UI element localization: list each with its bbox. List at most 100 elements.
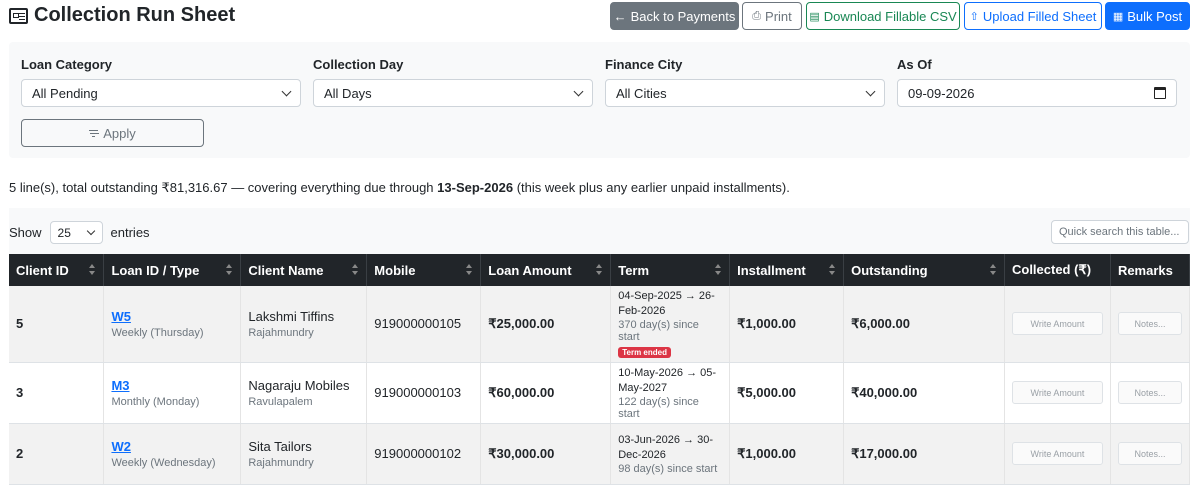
term-range: 03-Jun-2026 → 30-Dec-2026 xyxy=(618,433,713,461)
search-placeholder: Quick search this table... xyxy=(1059,226,1180,238)
loan-type: Weekly (Thursday) xyxy=(111,326,204,339)
page-size-control: Show 25 entries xyxy=(9,221,150,244)
page-title: Collection Run Sheet xyxy=(9,4,235,27)
term-cell: 10-May-2026 → 05-May-2027 122 day(s) sin… xyxy=(610,362,731,424)
sort-icon xyxy=(466,264,473,276)
col-remarks: Remarks xyxy=(1110,254,1191,286)
top-bar: Collection Run Sheet ← Back to Payments … xyxy=(0,0,1200,34)
term-range: 10-May-2026 → 05-May-2027 xyxy=(618,366,717,394)
loan-type: Monthly (Monday) xyxy=(111,395,200,408)
col-term[interactable]: Term xyxy=(610,254,731,286)
run-sheet-table: Client ID Loan ID / Type Client Name Mob… xyxy=(9,254,1191,485)
finance-city-value: All Cities xyxy=(616,85,667,101)
upload-sheet-label: Upload Filled Sheet xyxy=(982,8,1097,24)
collection-day-value: All Days xyxy=(324,85,372,101)
upload-sheet-button[interactable]: ⇧ Upload Filled Sheet xyxy=(964,2,1102,30)
remarks-input[interactable]: Notes... xyxy=(1117,442,1182,465)
sort-icon xyxy=(352,264,359,276)
loan-category-select[interactable]: All Pending xyxy=(21,79,301,107)
client-id-cell: 3 xyxy=(9,362,105,424)
sort-icon xyxy=(226,264,233,276)
chevron-down-icon xyxy=(573,86,584,97)
loan-amount-cell: ₹25,000.00 xyxy=(480,286,612,363)
summary-prefix: 5 line(s), total outstanding ₹81,316.67 … xyxy=(9,180,434,195)
client-city: Rajahmundry xyxy=(248,456,314,469)
bulk-post-label: Bulk Post xyxy=(1127,8,1183,24)
loan-id-link[interactable]: W2 xyxy=(111,439,233,454)
collected-cell: Write Amount xyxy=(1004,362,1111,424)
client-id-cell: 5 xyxy=(9,286,105,363)
table-row: 2 W2 Weekly (Wednesday) Sita Tailors Raj… xyxy=(9,423,1191,485)
mobile-cell: 919000000105 xyxy=(366,286,482,363)
print-button[interactable]: ⎙ Print xyxy=(742,2,802,30)
chevron-down-icon xyxy=(281,86,292,97)
back-to-payments-label: Back to Payments xyxy=(630,8,736,24)
loan-type: Weekly (Wednesday) xyxy=(111,456,216,469)
col-client-id[interactable]: Client ID xyxy=(9,254,105,286)
chevron-down-icon xyxy=(86,226,95,236)
filter-icon xyxy=(89,129,99,137)
outstanding-cell: ₹17,000.00 xyxy=(843,423,1005,485)
upload-icon: ⇧ xyxy=(969,10,979,23)
finance-city-select[interactable]: All Cities xyxy=(605,79,885,107)
as-of-date-input[interactable]: 09-09-2026 xyxy=(897,79,1177,107)
collected-amount-input[interactable]: Write Amount xyxy=(1011,442,1103,465)
outstanding-cell: ₹6,000.00 xyxy=(843,286,1005,363)
remarks-cell: Notes... xyxy=(1110,362,1191,424)
sort-icon xyxy=(715,264,722,276)
loan-amount-cell: ₹30,000.00 xyxy=(480,423,612,485)
sort-icon xyxy=(989,264,996,276)
table-search-input[interactable]: Quick search this table... xyxy=(1051,220,1189,244)
loan-id-link[interactable]: W5 xyxy=(111,309,233,324)
client-city: Ravulapalem xyxy=(248,395,313,408)
print-label: Print xyxy=(765,8,792,24)
col-loan-amount[interactable]: Loan Amount xyxy=(480,254,612,286)
collected-cell: Write Amount xyxy=(1004,423,1111,485)
collected-amount-input[interactable]: Write Amount xyxy=(1011,381,1103,404)
summary-date: 13-Sep-2026 xyxy=(437,180,514,195)
spreadsheet-icon: ▤ xyxy=(809,10,820,23)
client-id-cell: 2 xyxy=(9,423,105,485)
collection-day-label: Collection Day xyxy=(313,57,404,72)
loan-cell: W2 Weekly (Wednesday) xyxy=(103,423,242,485)
download-csv-button[interactable]: ▤ Download Fillable CSV xyxy=(806,2,960,30)
collection-day-select[interactable]: All Days xyxy=(313,79,593,107)
back-to-payments-button[interactable]: ← Back to Payments xyxy=(610,2,739,30)
filter-panel: Loan Category All Pending Collection Day… xyxy=(9,42,1190,158)
loan-id-link[interactable]: M3 xyxy=(111,378,233,393)
finance-city-label: Finance City xyxy=(605,57,683,72)
calendar-icon[interactable] xyxy=(1154,87,1166,99)
client-cell: Lakshmi Tiffins Rajahmundry xyxy=(240,286,368,363)
client-city: Rajahmundry xyxy=(248,326,314,339)
term-cell: 03-Jun-2026 → 30-Dec-2026 98 day(s) sinc… xyxy=(610,423,731,485)
remarks-input[interactable]: Notes... xyxy=(1117,312,1182,336)
remarks-cell: Notes... xyxy=(1110,286,1191,363)
col-collected: Collected (₹) xyxy=(1004,254,1111,286)
term-days: 122 day(s) since start xyxy=(618,395,699,420)
apply-button[interactable]: Apply xyxy=(21,119,204,147)
remarks-input[interactable]: Notes... xyxy=(1117,381,1182,404)
remarks-cell: Notes... xyxy=(1110,423,1191,485)
grid-icon: ▦ xyxy=(1112,10,1124,23)
installment-cell: ₹1,000.00 xyxy=(729,286,845,363)
page-size-select[interactable]: 25 xyxy=(49,221,103,244)
collected-amount-input[interactable]: Write Amount xyxy=(1011,312,1103,336)
col-installment[interactable]: Installment xyxy=(729,254,845,286)
client-name: Lakshmi Tiffins xyxy=(248,308,335,324)
loan-amount-cell: ₹60,000.00 xyxy=(480,362,612,424)
col-loan-id-type[interactable]: Loan ID / Type xyxy=(103,254,242,286)
page-title-text: Collection Run Sheet xyxy=(34,4,236,26)
sort-icon xyxy=(829,264,836,276)
term-cell: 04-Sep-2025 → 26-Feb-2026 370 day(s) sin… xyxy=(610,286,731,363)
col-client-name[interactable]: Client Name xyxy=(240,254,368,286)
client-cell: Nagaraju Mobiles Ravulapalem xyxy=(240,362,368,424)
col-mobile[interactable]: Mobile xyxy=(366,254,482,286)
outstanding-cell: ₹40,000.00 xyxy=(843,362,1005,424)
download-csv-label: Download Fillable CSV xyxy=(823,8,957,24)
as-of-value: 09-09-2026 xyxy=(908,85,975,101)
outstanding-summary: 5 line(s), total outstanding ₹81,316.67 … xyxy=(9,180,790,196)
table-row: 3 M3 Monthly (Monday) Nagaraju Mobiles R… xyxy=(9,362,1191,424)
col-outstanding[interactable]: Outstanding xyxy=(843,254,1005,286)
chevron-down-icon xyxy=(865,86,876,97)
bulk-post-button[interactable]: ▦ Bulk Post xyxy=(1105,2,1190,30)
